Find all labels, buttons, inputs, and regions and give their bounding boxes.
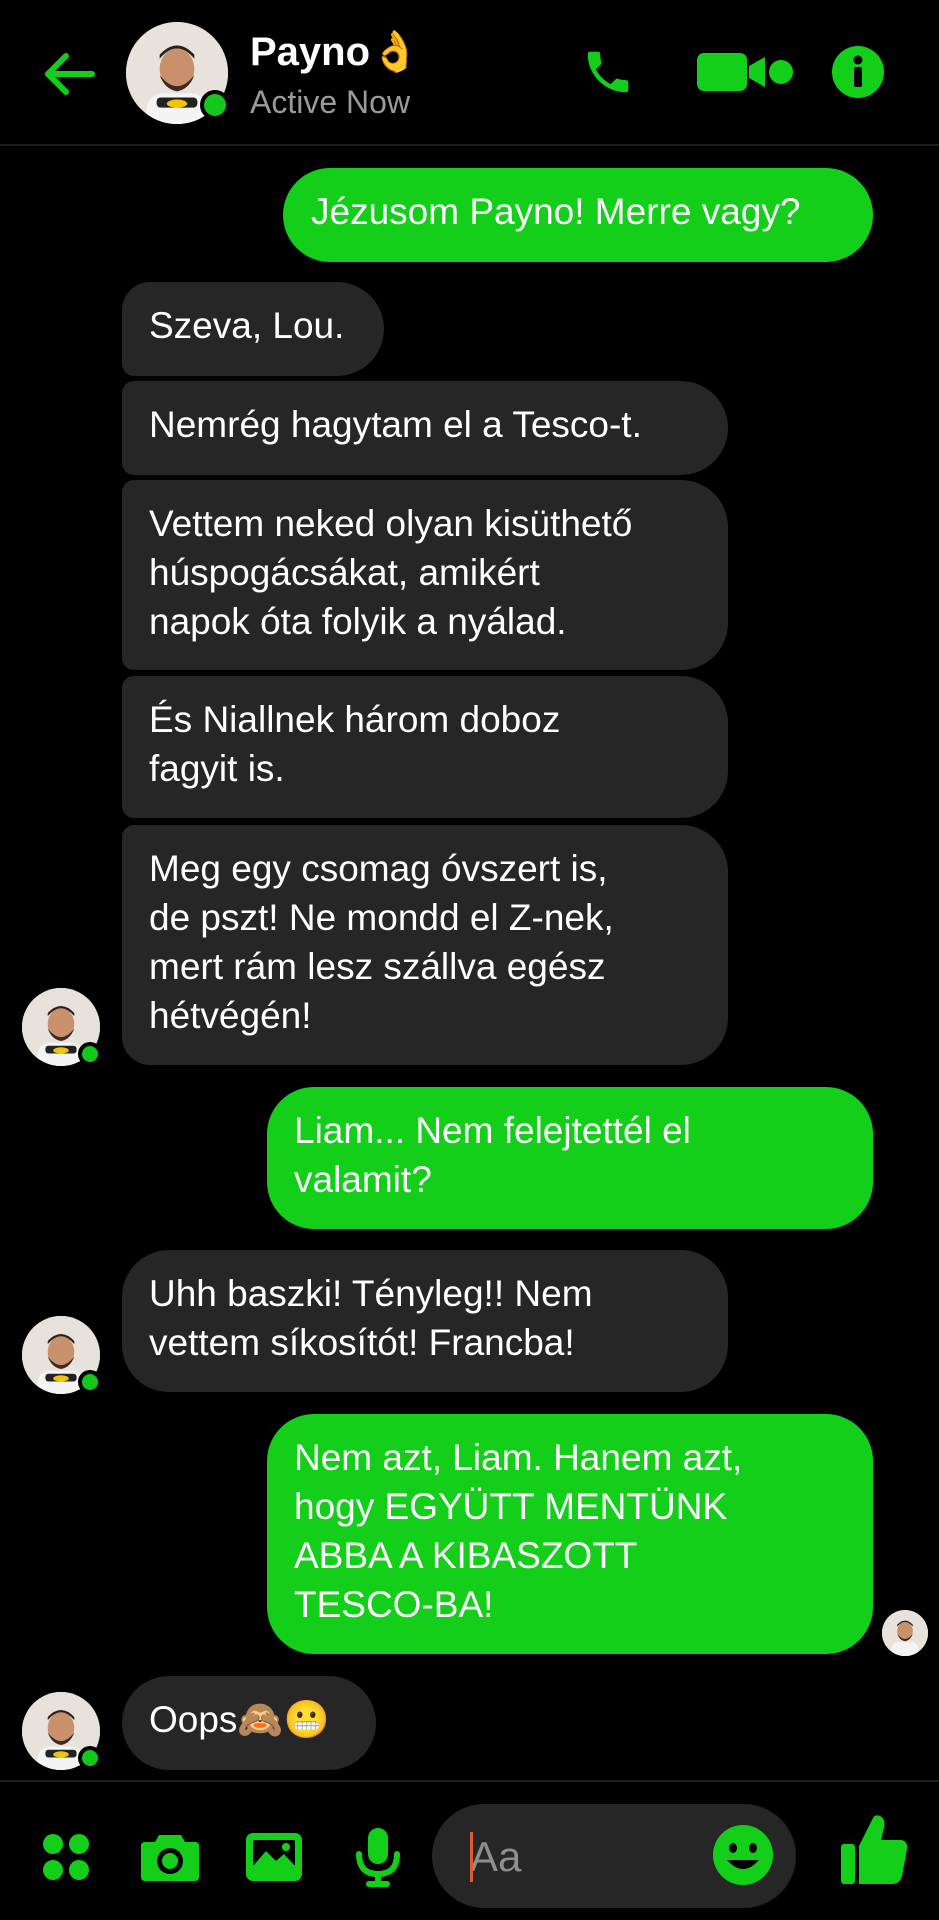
contact-avatar[interactable] bbox=[126, 22, 230, 124]
contact-avatar-small[interactable] bbox=[22, 1316, 102, 1394]
video-call-button[interactable] bbox=[690, 40, 800, 104]
message-incoming[interactable]: Nemrég hagytam el a Tesco-t. bbox=[122, 381, 728, 475]
message-composer bbox=[0, 1780, 939, 1920]
message-outgoing[interactable]: Jézusom Payno! Merre vagy? bbox=[283, 168, 873, 262]
camera-button[interactable] bbox=[138, 1824, 202, 1890]
emoji-button[interactable] bbox=[712, 1824, 776, 1888]
message-input[interactable] bbox=[468, 1826, 712, 1888]
four-dots-icon bbox=[43, 1834, 89, 1880]
contact-avatar-small[interactable] bbox=[22, 1692, 102, 1770]
smiley-icon bbox=[713, 1825, 773, 1885]
online-status-dot bbox=[78, 1042, 102, 1066]
chat-header: Payno👌 Active Now bbox=[0, 0, 939, 146]
contact-name[interactable]: Payno👌 bbox=[250, 28, 420, 75]
message-outgoing[interactable]: Liam... Nem felejtettél el valamit? bbox=[267, 1087, 873, 1229]
text-cursor bbox=[470, 1832, 473, 1882]
online-status-dot bbox=[78, 1746, 102, 1770]
read-receipt-avatar bbox=[882, 1610, 928, 1656]
message-incoming[interactable]: Szeva, Lou. bbox=[122, 282, 384, 376]
active-status: Active Now bbox=[250, 84, 411, 120]
phone-icon bbox=[587, 51, 629, 93]
video-camera-icon bbox=[697, 53, 793, 91]
more-actions-button[interactable] bbox=[38, 1824, 94, 1890]
arrow-left-icon bbox=[45, 53, 95, 95]
gallery-button[interactable] bbox=[242, 1824, 306, 1890]
message-input-container bbox=[432, 1804, 796, 1908]
info-icon bbox=[832, 46, 884, 98]
info-button[interactable] bbox=[826, 40, 890, 104]
voice-message-button[interactable] bbox=[350, 1824, 406, 1890]
call-button[interactable] bbox=[576, 40, 640, 104]
thumbs-up-icon bbox=[841, 1815, 908, 1884]
message-incoming[interactable]: Vettem neked olyan kisüthető húspogácsák… bbox=[122, 480, 728, 670]
like-button[interactable] bbox=[836, 1815, 912, 1884]
online-status-dot bbox=[78, 1370, 102, 1394]
back-button[interactable] bbox=[36, 42, 100, 106]
message-incoming[interactable]: Uhh baszki! Tényleg!! Nem vettem síkosít… bbox=[122, 1250, 728, 1392]
image-icon bbox=[246, 1833, 302, 1881]
online-status-dot bbox=[200, 90, 230, 120]
message-incoming[interactable]: Meg egy csomag óvszert is, de pszt! Ne m… bbox=[122, 825, 728, 1065]
camera-icon bbox=[141, 1835, 199, 1881]
message-incoming[interactable]: Oops🙈😬 bbox=[122, 1676, 376, 1770]
microphone-icon bbox=[356, 1828, 400, 1887]
message-incoming[interactable]: És Niallnek három doboz fagyit is. bbox=[122, 676, 728, 818]
message-outgoing[interactable]: Nem azt, Liam. Hanem azt, hogy EGYÜTT ME… bbox=[267, 1414, 873, 1654]
contact-avatar-small[interactable] bbox=[22, 988, 102, 1066]
